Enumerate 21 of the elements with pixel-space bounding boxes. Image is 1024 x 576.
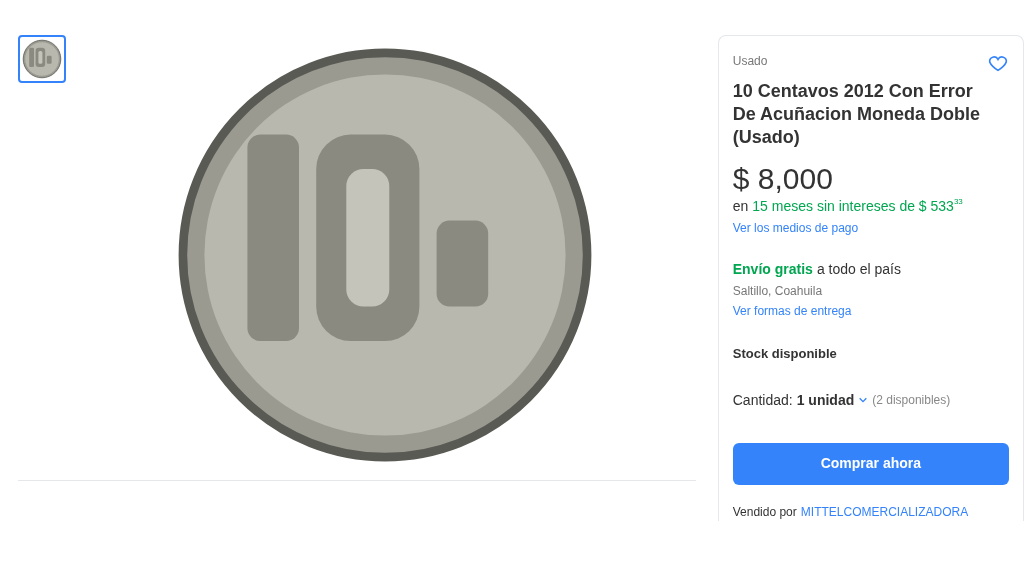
price: $ 8,000: [732, 161, 834, 197]
location-text: Saltillo, Coahuila: [732, 283, 824, 300]
product-title: 10 Centavos 2012 Con Error De Acuñacion Moneda Doble (Usado): [732, 80, 982, 149]
stock-label: Stock disponible: [732, 345, 838, 363]
free-shipping-label: Envío gratis: [732, 260, 813, 279]
quantity-label: Cantidad:: [732, 390, 793, 410]
buy-now-button[interactable]: Comprar ahora: [732, 442, 1009, 485]
installments-prefix: en: [732, 197, 749, 215]
coin-thumbnail-drawing: [22, 39, 62, 79]
thumbnail[interactable]: [18, 35, 66, 83]
payment-methods-link[interactable]: Ver los medios de pago: [732, 219, 1009, 237]
installments-cents: 33: [953, 197, 963, 206]
chevron-icon: [858, 395, 869, 405]
installments-offer: 15 meses sin intereses de $ 533: [752, 197, 954, 215]
seller-label: Vendido por: [732, 503, 797, 521]
quantity-selector[interactable]: 1 unidad: [796, 389, 869, 411]
shipping-text: a todo el país: [816, 260, 901, 279]
delivery-options-link[interactable]: Ver formas de entrega: [732, 302, 1009, 320]
seller-link[interactable]: MITTELCOMERCIALIZADORA: [800, 502, 969, 521]
condition-label: Usado: [732, 53, 768, 70]
available-count: (2 disponibles): [872, 392, 951, 409]
